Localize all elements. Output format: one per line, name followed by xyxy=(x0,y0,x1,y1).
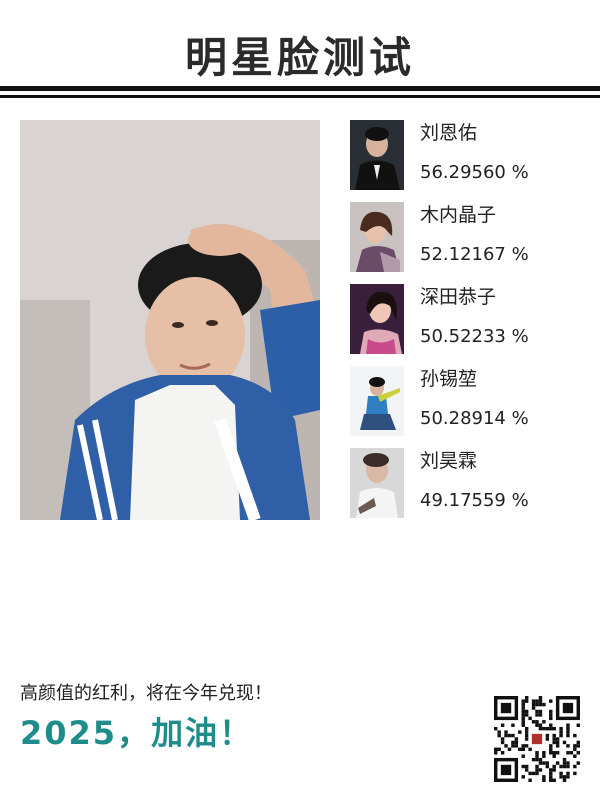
match-name: 刘昊霖 xyxy=(420,450,478,472)
header: 明星脸测试 xyxy=(0,0,600,100)
match-item[interactable]: 木内晶子 52.12167 % xyxy=(350,202,590,272)
match-item[interactable]: 深田恭子 50.52233 % xyxy=(350,284,590,354)
qr-code[interactable] xyxy=(494,696,580,782)
match-score: 56.29560 % xyxy=(420,162,529,183)
match-name: 深田恭子 xyxy=(420,286,497,308)
match-name: 木内晶子 xyxy=(420,204,497,226)
match-score: 50.28914 % xyxy=(420,408,529,429)
header-divider-thick xyxy=(0,86,600,91)
tagline: 高颜值的红利，将在今年兑现！ xyxy=(20,683,272,704)
page-title: 明星脸测试 xyxy=(184,33,415,82)
match-item[interactable]: 刘恩佑 56.29560 % xyxy=(350,120,590,190)
match-score: 49.17559 % xyxy=(420,490,529,511)
match-thumbnail xyxy=(350,284,404,354)
match-item[interactable]: 刘昊霖 49.17559 % xyxy=(350,448,590,518)
match-thumbnail xyxy=(350,366,404,436)
qr-code-graphic xyxy=(494,696,580,782)
match-score: 52.12167 % xyxy=(420,244,529,265)
match-name: 孙锡堃 xyxy=(420,368,478,390)
match-thumbnail xyxy=(350,202,404,272)
header-divider-thin xyxy=(0,95,600,98)
slogan: 2025，加油！ xyxy=(20,714,254,752)
match-item[interactable]: 孙锡堃 50.28914 % xyxy=(350,366,590,436)
match-name: 刘恩佑 xyxy=(420,122,478,144)
user-photo xyxy=(20,120,320,520)
match-thumbnail xyxy=(350,120,404,190)
match-score: 50.52233 % xyxy=(420,326,529,347)
match-thumbnail xyxy=(350,448,404,518)
